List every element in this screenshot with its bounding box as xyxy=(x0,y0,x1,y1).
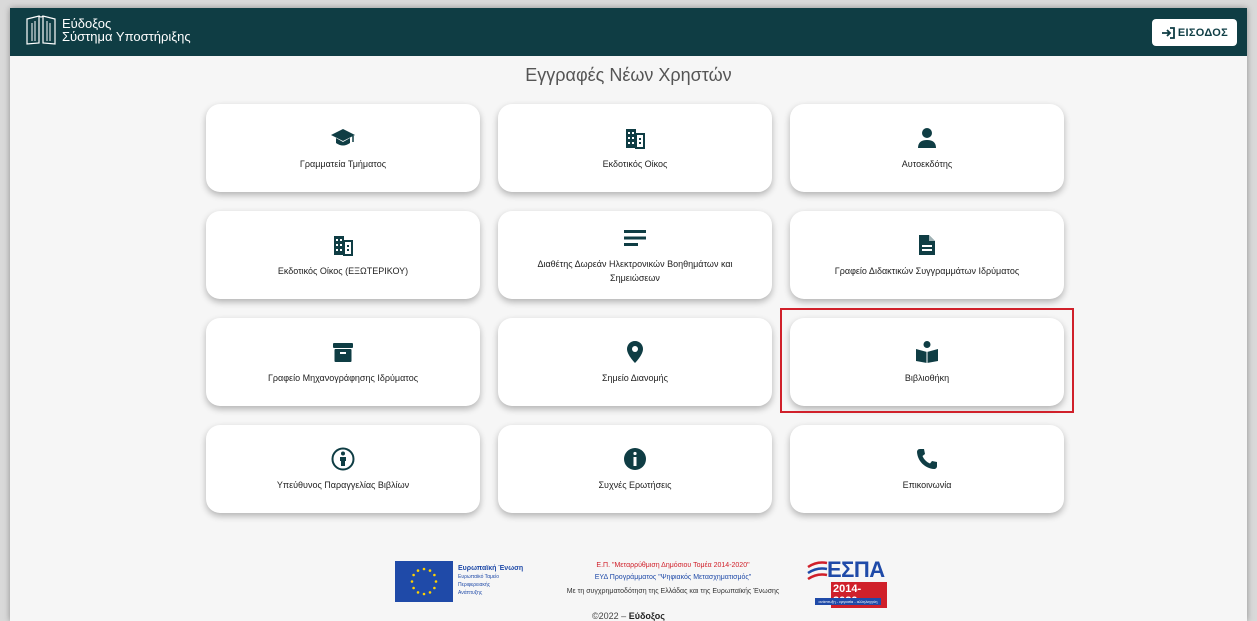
card-book-order-manager[interactable]: Υπεύθυνος Παραγγελίας Βιβλίων xyxy=(206,425,480,513)
login-button[interactable]: ΕΙΣΟΔΟΣ xyxy=(1151,19,1237,46)
eu-sub1: Ευρωπαϊκό Ταμείο xyxy=(458,574,500,580)
archive-box-icon xyxy=(332,339,354,365)
eu-sub2: Περιφερειακής xyxy=(458,582,491,588)
building-icon xyxy=(624,125,646,151)
espa-title: ΕΣΠΑ xyxy=(827,557,885,582)
notes-lines-icon xyxy=(623,225,647,251)
browser-window: Εύδοξος Σύστημα Υποστήριξης ΕΙΣΟΔΟΣ Εγγρ… xyxy=(10,8,1247,621)
card-free-notes-provider[interactable]: Διαθέτης Δωρεάν Ηλεκτρονικών Βοηθημάτων … xyxy=(498,211,772,299)
graduation-cap-icon xyxy=(330,125,356,151)
logo-text: Εύδοξος Σύστημα Υποστήριξης xyxy=(62,17,191,43)
card-label: Εκδοτικός Οίκος xyxy=(602,159,668,169)
card-label: Αυτοεκδότης xyxy=(901,159,953,169)
card-foreign-publisher[interactable]: Εκδοτικός Οίκος (ΕΞΩΤΕΡΙΚΟΥ) xyxy=(206,211,480,299)
location-pin-icon xyxy=(626,339,644,365)
card-computerization-office[interactable]: Γραφείο Μηχανογράφησης Ιδρύματος xyxy=(206,318,480,406)
card-textbooks-office[interactable]: Γραφείο Διδακτικών Συγγραμμάτων Ιδρύματο… xyxy=(790,211,1064,299)
espa-logo: ΕΣΠΑ 2014-2020 ανάπτυξη - εργασία - αλλη… xyxy=(807,557,887,608)
eu-sub3: Ανάπτυξης xyxy=(458,590,483,596)
card-label: Σημείο Διανομής xyxy=(601,373,669,383)
card-label: Γραμματεία Τμήματος xyxy=(299,159,387,169)
building-icon xyxy=(332,232,354,258)
logo-line2: Σύστημα Υποστήριξης xyxy=(62,29,191,44)
card-label: Επικοινωνία xyxy=(902,480,952,490)
eu-title: Ευρωπαϊκή Ένωση xyxy=(458,565,524,572)
eu-flag-icon xyxy=(395,561,453,602)
operational-program-text: Ε.Π. "Μεταρρύθμιση Δημόσιου Τομέα 2014-2… xyxy=(543,561,803,597)
footer: Ευρωπαϊκή Ένωση Ευρωπαϊκό Ταμείο Περιφερ… xyxy=(10,551,1247,621)
card-label: Συχνές Ερωτήσεις xyxy=(598,480,672,490)
accessibility-person-icon xyxy=(331,446,355,472)
login-arrow-icon xyxy=(1161,26,1175,39)
card-label: Γραφείο Μηχανογράφησης Ιδρύματος xyxy=(267,373,419,383)
copyright-prefix: ©2022 – xyxy=(592,611,627,621)
card-label: Εκδοτικός Οίκος (ΕΞΩΤΕΡΙΚΟΥ) xyxy=(277,266,409,276)
page-title: Εγγραφές Νέων Χρηστών xyxy=(525,65,732,85)
ep-line2: ΕΥΔ Προγράμματος "Ψηφιακός Μετασχηματισμ… xyxy=(594,574,752,581)
reading-person-icon xyxy=(915,339,939,365)
login-label: ΕΙΣΟΔΟΣ xyxy=(1177,26,1228,39)
ep-line3: Με τη συγχρηματοδότηση της Ελλάδας και τ… xyxy=(566,588,780,595)
espa-swoosh-icon xyxy=(807,561,828,581)
card-library[interactable]: Βιβλιοθήκη xyxy=(790,318,1064,406)
card-faq[interactable]: Συχνές Ερωτήσεις xyxy=(498,425,772,513)
person-icon xyxy=(916,125,938,151)
card-distribution-point[interactable]: Σημείο Διανομής xyxy=(498,318,772,406)
card-publisher[interactable]: Εκδοτικός Οίκος xyxy=(498,104,772,192)
phone-icon xyxy=(916,446,938,472)
info-icon xyxy=(623,446,647,472)
card-label: Βιβλιοθήκη xyxy=(904,373,950,383)
card-label: Γραφείο Διδακτικών Συγγραμμάτων Ιδρύματο… xyxy=(834,266,1020,276)
card-label: Διαθέτης Δωρεάν Ηλεκτρονικών Βοηθημάτων … xyxy=(537,259,733,283)
ep-line1: Ε.Π. "Μεταρρύθμιση Δημόσιου Τομέα 2014-2… xyxy=(596,562,750,569)
top-navbar: Εύδοξος Σύστημα Υποστήριξης ΕΙΣΟΔΟΣ xyxy=(10,8,1247,56)
document-icon xyxy=(917,232,937,258)
eu-text: Ευρωπαϊκή Ένωση Ευρωπαϊκό Ταμείο Περιφερ… xyxy=(458,565,530,596)
card-label: Υπεύθυνος Παραγγελίας Βιβλίων xyxy=(276,480,410,490)
user-type-grid: Γραμματεία Τμήματος Εκδοτικός Οίκος Αυτο… xyxy=(206,104,1064,514)
espa-tag: ανάπτυξη - εργασία - αλληλεγγύη xyxy=(815,598,881,605)
book-logo-icon xyxy=(26,15,56,45)
copyright-name[interactable]: Εύδοξος xyxy=(629,611,665,621)
card-department-secretariat[interactable]: Γραμματεία Τμήματος xyxy=(206,104,480,192)
site-logo[interactable]: Εύδοξος Σύστημα Υποστήριξης xyxy=(24,15,191,45)
card-contact[interactable]: Επικοινωνία xyxy=(790,425,1064,513)
card-self-publisher[interactable]: Αυτοεκδότης xyxy=(790,104,1064,192)
copyright: ©2022 – Εύδοξος xyxy=(10,611,1247,621)
